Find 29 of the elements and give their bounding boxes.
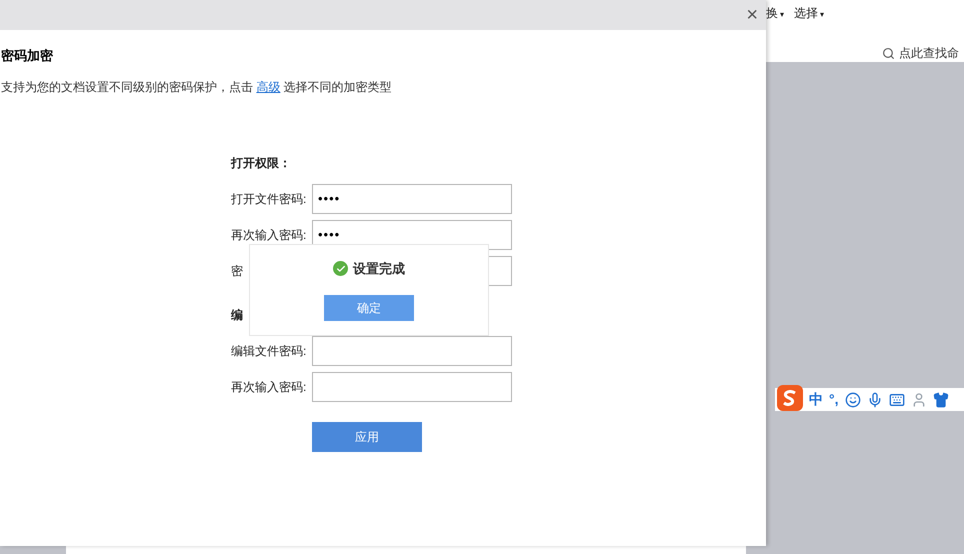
search-field[interactable]: 点此查找命 [899, 44, 959, 62]
dialog-title: 密码加密 [1, 47, 54, 65]
password-field[interactable]: •••• [312, 184, 512, 214]
field-label: 编辑文件密码: [231, 342, 308, 360]
field-label: 密 [231, 262, 244, 280]
password-field[interactable] [312, 336, 512, 366]
field-label: 再次输入密码: [231, 378, 308, 396]
close-button[interactable]: × [746, 5, 758, 25]
apply-button[interactable]: 应用 [312, 422, 422, 452]
smile-icon[interactable] [844, 392, 860, 408]
shirt-icon[interactable] [932, 392, 948, 408]
search-icon [882, 46, 895, 60]
description: 支持为您的文档设置不同级别的密码保护，点击 高级 选择不同的加密类型 [1, 78, 393, 96]
keyboard-icon[interactable] [888, 392, 904, 408]
field-label: 打开文件密码: [231, 190, 308, 208]
advanced-link[interactable]: 高级 [256, 80, 280, 94]
menu-item[interactable]: 换 ▾ [766, 4, 784, 22]
section-heading: 打开权限： [231, 154, 291, 172]
ime-logo-icon[interactable] [777, 384, 803, 410]
field-label: 再次输入密码: [231, 226, 308, 244]
password-field[interactable] [312, 372, 512, 402]
ime-label[interactable]: 中 [809, 389, 823, 410]
check-icon [333, 261, 348, 276]
microphone-icon[interactable] [866, 392, 882, 408]
ime-label[interactable]: °, [829, 389, 838, 410]
menu-item[interactable]: 选择 ▾ [794, 4, 824, 22]
popup-message: 设置完成 [353, 260, 405, 278]
section-heading: 编 [231, 306, 243, 324]
user-icon[interactable] [910, 392, 926, 408]
